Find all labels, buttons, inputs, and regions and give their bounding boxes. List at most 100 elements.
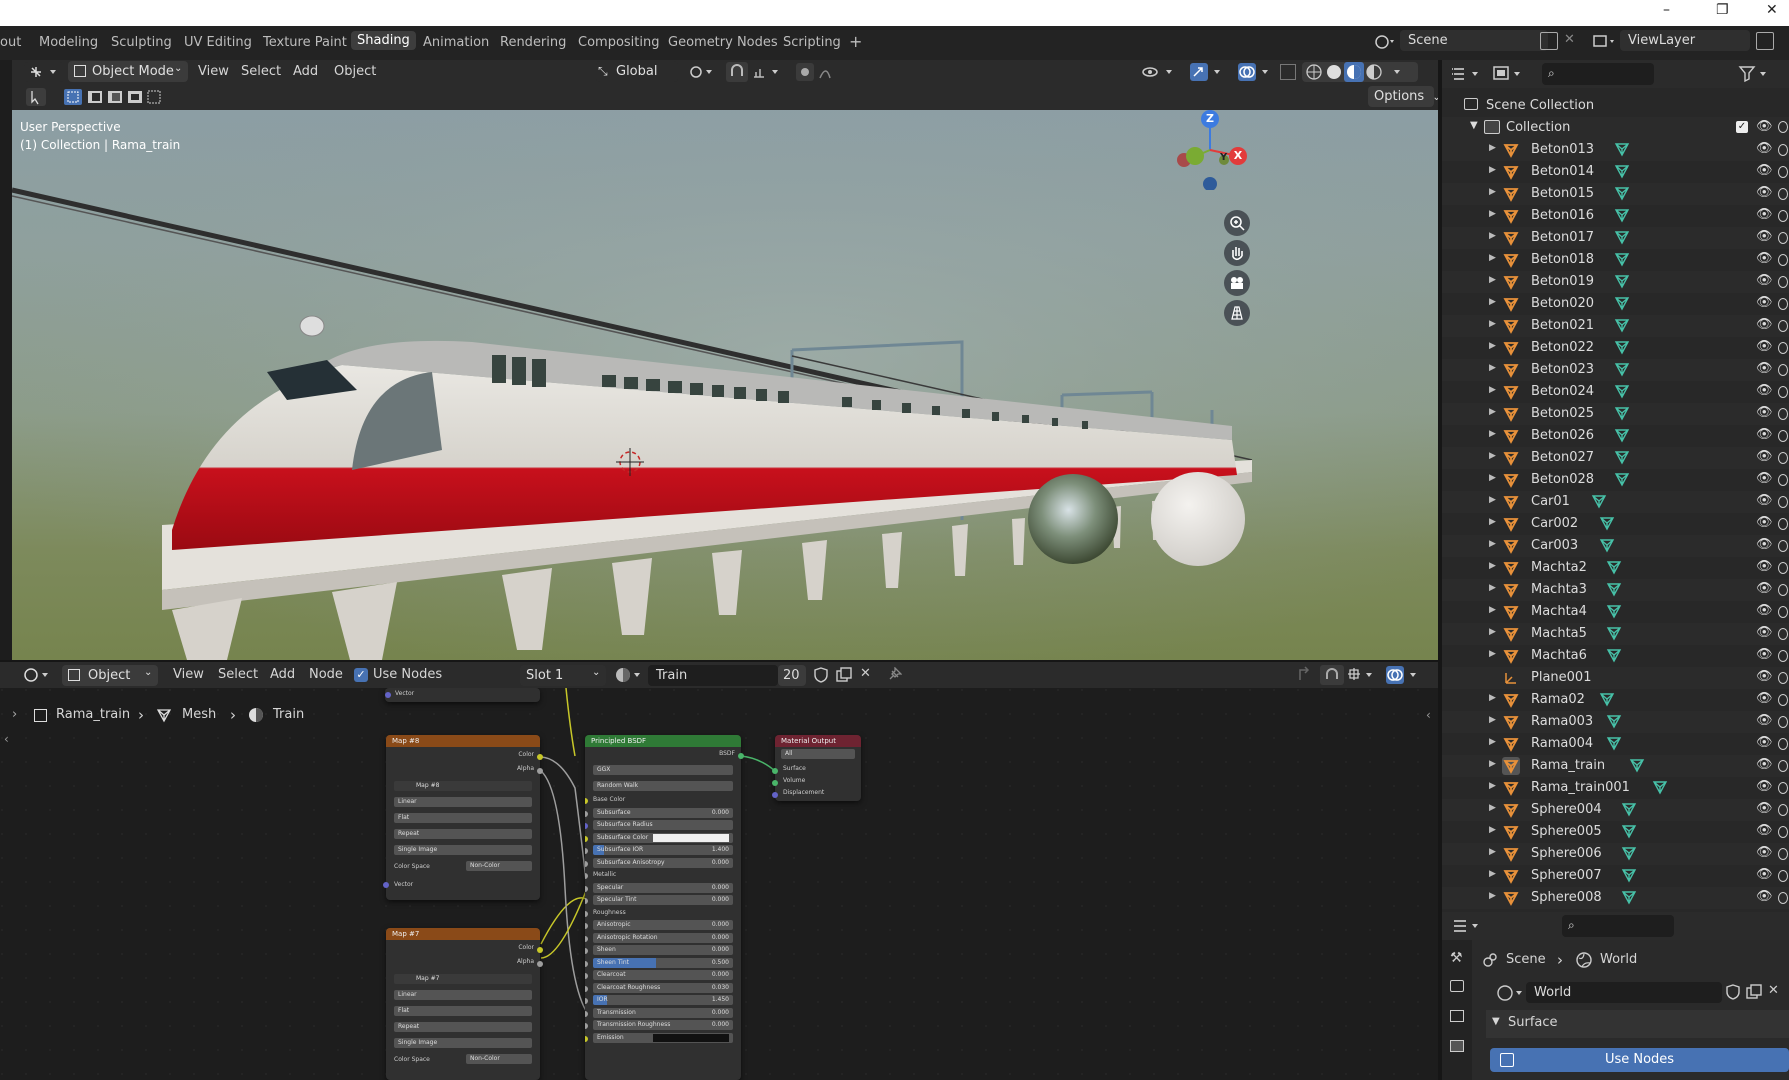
- projection-dropdown[interactable]: Flat: [394, 1006, 532, 1016]
- bsdf-input-socket[interactable]: [585, 798, 588, 804]
- mesh-data-icon[interactable]: [1614, 383, 1630, 405]
- visibility-eye-icon[interactable]: 👁: [1756, 471, 1773, 486]
- render-camera-icon[interactable]: [1778, 320, 1788, 332]
- render-camera-icon[interactable]: [1778, 760, 1788, 772]
- bsdf-input-socket[interactable]: [585, 860, 588, 867]
- socket-vector[interactable]: [385, 692, 391, 698]
- mesh-data-icon[interactable]: [1606, 603, 1622, 625]
- bsdf-input-socket[interactable]: [585, 973, 588, 979]
- node-overlays-icon[interactable]: [1384, 665, 1424, 685]
- outliner-item[interactable]: ▶ Sphere007 👁: [1442, 865, 1789, 887]
- socket-alpha-out[interactable]: [537, 768, 543, 774]
- render-camera-icon[interactable]: [1778, 386, 1788, 398]
- bsdf-input-field[interactable]: Clearcoat 0.000: [593, 970, 733, 980]
- material-browse-icon[interactable]: [614, 666, 646, 684]
- visibility-eye-icon[interactable]: 👁: [1756, 207, 1773, 222]
- expand-arrow-icon[interactable]: ▶: [1489, 275, 1496, 285]
- render-camera-icon[interactable]: [1778, 584, 1788, 596]
- socket-alpha-out[interactable]: [537, 961, 543, 967]
- color-space-dropdown[interactable]: Non-Color: [466, 861, 532, 871]
- mode-selector[interactable]: Object Mode ⌄: [68, 61, 188, 82]
- view-layer-selector[interactable]: ViewLayer: [1620, 30, 1750, 51]
- props-crumb-scene[interactable]: Scene: [1506, 952, 1546, 967]
- parent-node-tree-icon[interactable]: [1296, 666, 1314, 684]
- outliner-item[interactable]: ▶ Beton015 👁: [1442, 183, 1789, 205]
- mesh-data-icon[interactable]: [1614, 427, 1630, 449]
- mesh-data-icon[interactable]: [1606, 581, 1622, 603]
- render-camera-icon[interactable]: [1778, 144, 1788, 156]
- visibility-eye-icon[interactable]: 👁: [1756, 273, 1773, 288]
- render-camera-icon[interactable]: [1778, 716, 1788, 728]
- image-selector[interactable]: Map #7: [394, 974, 532, 984]
- bsdf-input-field[interactable]: Subsurface 0.000: [593, 807, 733, 818]
- bsdf-input-field[interactable]: Sheen 0.000: [593, 945, 733, 955]
- mesh-data-icon[interactable]: [1614, 295, 1630, 317]
- shading-mode-switcher[interactable]: [1302, 62, 1418, 82]
- unlink-material-icon[interactable]: ✕: [860, 666, 871, 681]
- mesh-data-icon[interactable]: [1652, 779, 1668, 801]
- bsdf-input-field[interactable]: IOR 1.450: [593, 995, 733, 1005]
- mesh-data-icon[interactable]: [1621, 845, 1637, 867]
- mesh-data-icon[interactable]: [1606, 559, 1622, 581]
- fake-user-shield-icon[interactable]: [814, 667, 828, 683]
- editor-type-icon[interactable]: [24, 62, 64, 82]
- expand-arrow-icon[interactable]: ▶: [1489, 165, 1496, 175]
- render-camera-icon[interactable]: [1778, 254, 1788, 266]
- bsdf-input-socket[interactable]: [585, 960, 588, 967]
- render-camera-icon[interactable]: [1778, 562, 1788, 574]
- mesh-data-icon[interactable]: [1614, 449, 1630, 471]
- node-material-output[interactable]: Material Output All Surface Volume Displ…: [775, 735, 861, 801]
- render-camera-icon[interactable]: [1778, 892, 1788, 904]
- mesh-data-icon[interactable]: [1621, 889, 1637, 911]
- zoom-icon[interactable]: [1224, 210, 1250, 236]
- expand-arrow-icon[interactable]: ▶: [1489, 253, 1496, 263]
- unlink-world-icon[interactable]: ✕: [1768, 983, 1779, 998]
- node-menu-add[interactable]: Add: [270, 667, 295, 682]
- camera-view-icon[interactable]: [1224, 270, 1250, 296]
- visibility-eye-icon[interactable]: 👁: [1756, 383, 1773, 398]
- xray-toggle-icon[interactable]: [1280, 64, 1296, 80]
- render-camera-icon[interactable]: [1778, 650, 1788, 662]
- render-camera-icon[interactable]: [1778, 188, 1788, 200]
- expand-arrow-icon[interactable]: ▶: [1489, 407, 1496, 417]
- expand-arrow-icon[interactable]: ▶: [1489, 319, 1496, 329]
- node-menu-view[interactable]: View: [173, 667, 204, 682]
- mesh-data-icon[interactable]: [1606, 647, 1622, 669]
- collection-row[interactable]: ▼ Collection ✓ 👁: [1442, 117, 1789, 139]
- breadcrumb-object[interactable]: Rama_train: [56, 707, 130, 722]
- outliner-item[interactable]: ▶ Beton013 👁: [1442, 139, 1789, 161]
- tab-shading[interactable]: Shading: [351, 31, 416, 50]
- mesh-data-icon[interactable]: [1599, 537, 1615, 559]
- expand-arrow-icon[interactable]: ▶: [1489, 495, 1496, 505]
- menu-view[interactable]: View: [198, 64, 229, 79]
- mesh-data-icon[interactable]: [1621, 801, 1637, 823]
- expand-arrow-icon[interactable]: ▶: [1489, 517, 1496, 527]
- mesh-data-icon[interactable]: [1614, 317, 1630, 339]
- render-camera-icon[interactable]: [1778, 672, 1788, 684]
- mesh-data-icon[interactable]: [1614, 207, 1630, 229]
- bsdf-input-socket[interactable]: [585, 1035, 588, 1042]
- distribution-dropdown[interactable]: GGX: [593, 765, 733, 775]
- gizmo-toggle-icon[interactable]: [1188, 62, 1228, 82]
- tab-compositing[interactable]: Compositing: [578, 35, 660, 50]
- world-name-field[interactable]: World: [1526, 982, 1722, 1003]
- mesh-data-icon[interactable]: [1614, 361, 1630, 383]
- outliner-item[interactable]: ▶ Machta6 👁: [1442, 645, 1789, 667]
- mesh-data-icon[interactable]: [1614, 471, 1630, 493]
- outliner-item[interactable]: ▶ Sphere006 👁: [1442, 843, 1789, 865]
- render-camera-icon[interactable]: [1778, 408, 1788, 420]
- menu-add[interactable]: Add: [293, 64, 318, 79]
- duplicate-world-icon[interactable]: [1746, 984, 1762, 1000]
- breadcrumb-expand-icon[interactable]: ›: [12, 707, 17, 722]
- outliner-item[interactable]: ▶ Machta3 👁: [1442, 579, 1789, 601]
- expand-arrow-icon[interactable]: ▶: [1489, 715, 1496, 725]
- outliner-item[interactable]: ▶ Car003 👁: [1442, 535, 1789, 557]
- expand-arrow-icon[interactable]: ▶: [1489, 803, 1496, 813]
- select-tool-icon[interactable]: [26, 88, 46, 106]
- outliner-item[interactable]: ▶ Beton025 👁: [1442, 403, 1789, 425]
- visibility-eye-icon[interactable]: 👁: [1756, 867, 1773, 882]
- socket-displacement-in[interactable]: [772, 792, 778, 798]
- overlays-toggle-icon[interactable]: [1236, 62, 1276, 82]
- breadcrumb-mesh[interactable]: Mesh: [182, 707, 216, 722]
- material-name-field[interactable]: Train: [648, 665, 778, 686]
